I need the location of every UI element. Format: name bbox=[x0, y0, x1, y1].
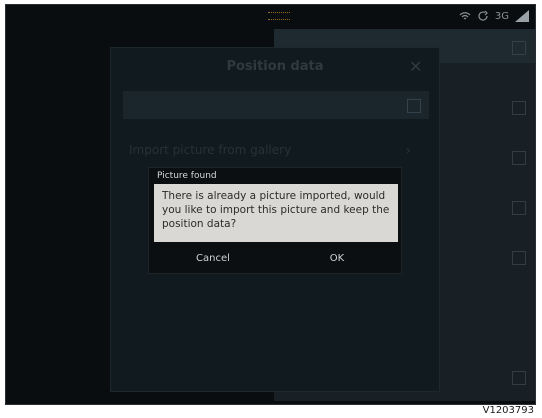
background-import-row-label: Import picture from gallery bbox=[129, 143, 292, 157]
dialog-message: There is already a picture imported, wou… bbox=[154, 184, 398, 242]
status-bar: 3G bbox=[6, 5, 535, 27]
figure-caption: V1203793 bbox=[482, 405, 534, 416]
dialog-title: Picture found bbox=[157, 171, 217, 181]
ok-button[interactable]: OK bbox=[287, 249, 387, 269]
close-icon[interactable]: ✕ bbox=[409, 59, 425, 75]
background-dialog-title: Position data bbox=[226, 59, 324, 74]
chevron-right-icon: › bbox=[405, 143, 411, 159]
device-screen: 3G Position data ✕ Import picture from g… bbox=[5, 4, 536, 405]
refresh-icon bbox=[477, 10, 489, 22]
status-indicator bbox=[268, 12, 290, 20]
network-type-label: 3G bbox=[494, 10, 509, 22]
cancel-button[interactable]: Cancel bbox=[163, 249, 263, 269]
status-icons: 3G bbox=[459, 8, 529, 24]
gallery-icon[interactable] bbox=[407, 99, 421, 113]
background-row-icon-5 bbox=[512, 371, 526, 385]
background-row-icon-4 bbox=[512, 251, 526, 265]
signal-icon bbox=[515, 10, 529, 22]
background-import-row: Import picture from gallery › bbox=[129, 143, 419, 161]
background-row-icon-3 bbox=[512, 201, 526, 215]
background-dialog-toolbar bbox=[123, 91, 429, 119]
background-row-icon-2 bbox=[512, 151, 526, 165]
wifi-icon bbox=[459, 10, 471, 22]
picture-found-dialog: Picture found There is already a picture… bbox=[148, 167, 402, 274]
background-edit-icon bbox=[512, 41, 526, 55]
background-row-icon-1 bbox=[512, 101, 526, 115]
